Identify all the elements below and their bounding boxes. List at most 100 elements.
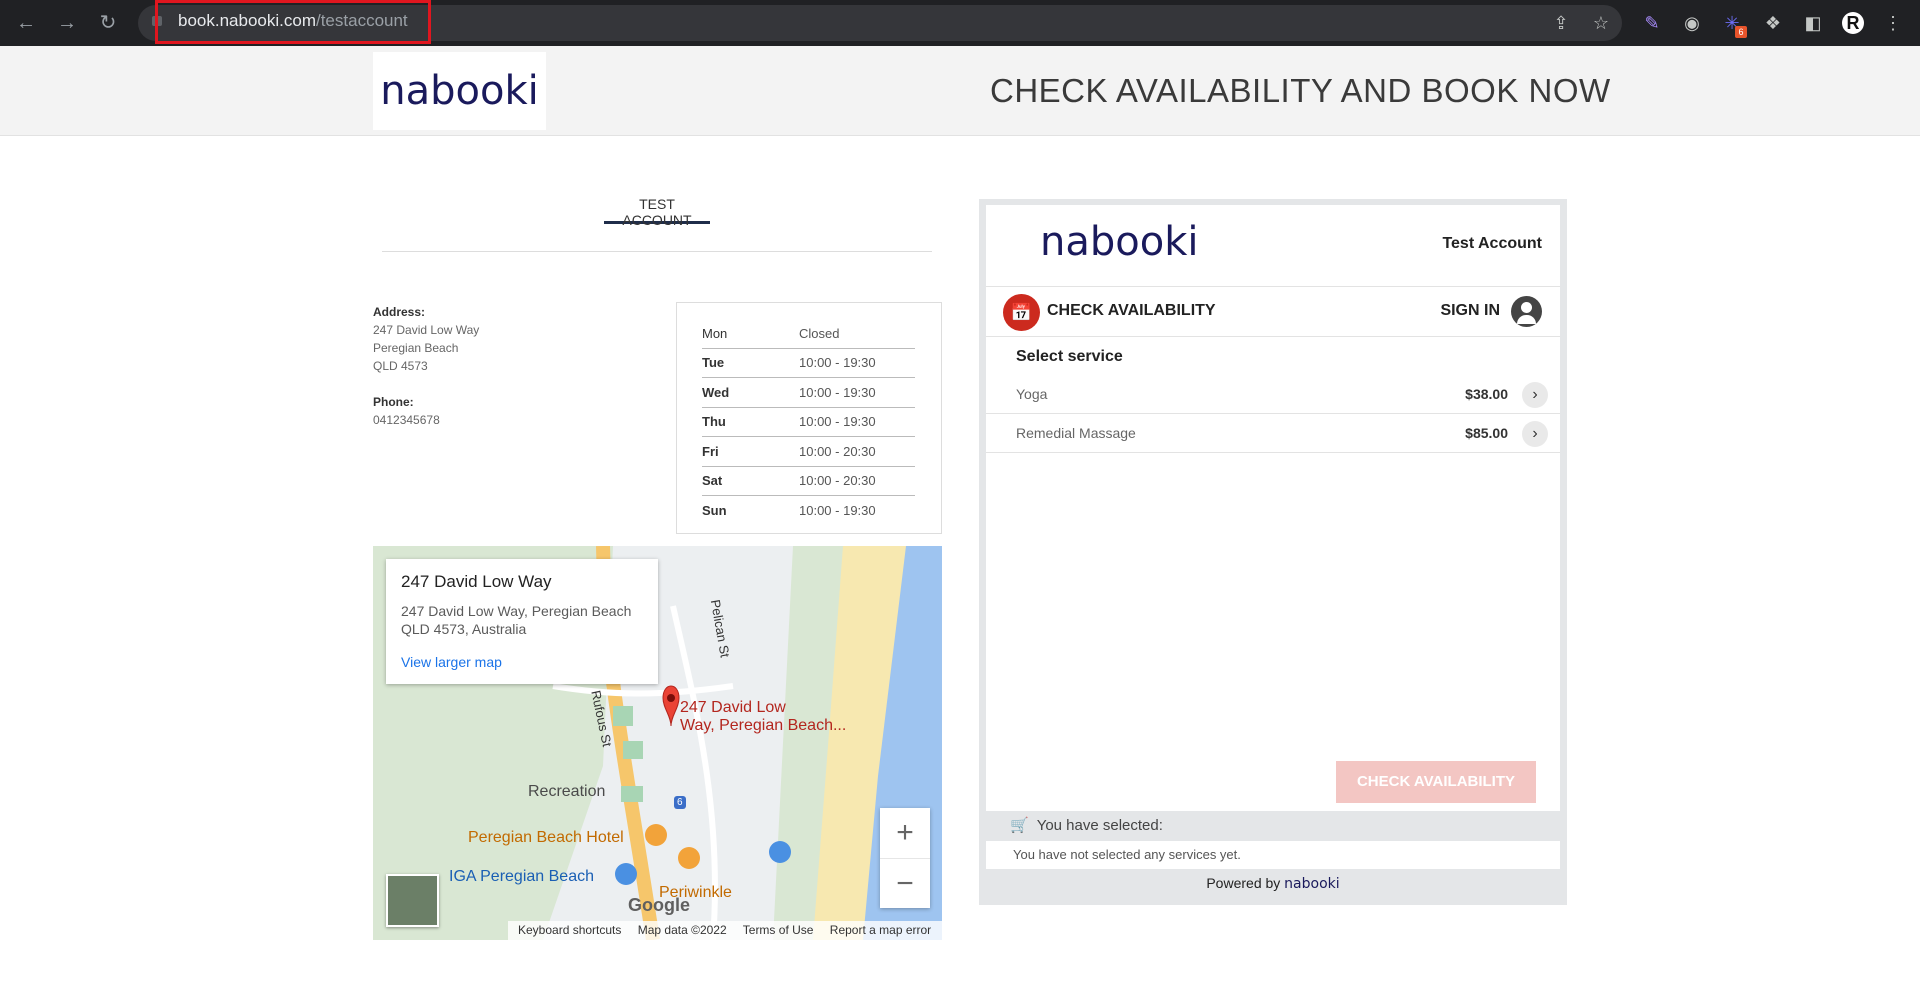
opening-hours-table: Mon Closed Tue 10:00 - 19:30 Wed 10:00 - 19… [676, 302, 942, 534]
map-pin-label-line: Way, Peregian Beach... [680, 717, 847, 734]
map-place-label: Recreation [528, 783, 606, 800]
logo-text: nabooki [380, 68, 539, 114]
site-logo[interactable]: nabooki [373, 52, 546, 130]
zoom-in-button[interactable]: + [880, 808, 930, 858]
chevron-right-icon[interactable]: › [1522, 421, 1548, 447]
chevron-right-icon[interactable]: › [1522, 382, 1548, 408]
address-line: 247 David Low Way [373, 323, 480, 337]
widget-header: nabooki Test Account [986, 205, 1560, 287]
menu-kebab-icon[interactable]: ⋮ [1882, 12, 1904, 34]
hours-day: Wed [702, 384, 730, 400]
hours-row: Mon Closed [702, 319, 915, 349]
sign-in-link[interactable]: SIGN IN [1440, 302, 1500, 320]
selection-summary-header: 🛒 You have selected: [986, 811, 1560, 841]
phone-label: Phone: [373, 395, 414, 409]
user-icon[interactable] [1511, 296, 1542, 327]
hours-day: Tue [702, 355, 725, 371]
reload-icon[interactable]: ↻ [96, 11, 120, 35]
no-selection-text: You have not selected any services yet. [986, 841, 1560, 869]
hours-time: Closed [799, 325, 840, 341]
cart-icon: 🛒 [1010, 817, 1029, 834]
map-route-shield: 6 [674, 796, 686, 809]
booking-widget-panel: nabooki Test Account 📅 CHECK AVAILABILIT… [986, 205, 1560, 811]
share-icon[interactable]: ⇪ [1550, 12, 1572, 34]
bookmark-star-icon[interactable]: ☆ [1590, 12, 1612, 34]
map-poi-iga[interactable]: IGA Peregian Beach [449, 868, 594, 886]
camera-extension-icon[interactable]: ◉ [1681, 12, 1703, 34]
profile-avatar[interactable]: R [1842, 12, 1864, 34]
puzzle-extensions-icon[interactable]: ❖ [1762, 12, 1784, 34]
hours-day: Sun [702, 503, 727, 519]
browser-toolbar: ← → ↻ book.nabooki.com/testaccount ⇪ ☆ ✎… [0, 0, 1920, 46]
url-highlight-box [155, 0, 431, 44]
hours-time: 10:00 - 19:30 [799, 414, 876, 430]
hours-time: 10:00 - 20:30 [799, 473, 876, 489]
hours-day: Mon [702, 325, 728, 341]
tab-test-account[interactable]: TEST ACCOUNT [604, 196, 710, 228]
widget-logo: nabooki [1040, 219, 1199, 265]
keyboard-shortcuts-link[interactable]: Keyboard shortcuts [518, 923, 621, 937]
hours-time: 10:00 - 19:30 [799, 355, 876, 371]
hours-row: Wed 10:00 - 19:30 [702, 378, 915, 408]
widget-action-bar: 📅 CHECK AVAILABILITY SIGN IN [986, 287, 1560, 337]
map-pin-label-line: 247 David Low [680, 699, 786, 716]
hours-time: 10:00 - 20:30 [799, 443, 876, 459]
side-panel-icon[interactable]: ◧ [1802, 12, 1824, 34]
map-pin-label[interactable]: 247 David Low Way, Peregian Beach... [680, 699, 846, 735]
map-data-text: Map data ©2022 [637, 923, 727, 937]
page-headline: CHECK AVAILABILITY AND BOOK NOW [990, 72, 1611, 109]
map-card-title: 247 David Low Way [401, 572, 552, 591]
forward-icon[interactable]: → [55, 11, 79, 35]
hours-time: 10:00 - 19:30 [799, 503, 876, 519]
hours-day: Sat [702, 473, 723, 489]
hours-row: Tue 10:00 - 19:30 [702, 349, 915, 378]
zoom-out-button[interactable]: − [880, 858, 930, 908]
map-footer: Keyboard shortcuts Map data ©2022 Terms … [508, 921, 942, 940]
select-service-heading: Select service [1016, 348, 1123, 365]
service-price: $85.00 [1465, 425, 1508, 441]
hours-time: 10:00 - 19:30 [799, 384, 876, 400]
service-row-remedial-massage[interactable]: Remedial Massage $85.00 › [986, 414, 1560, 453]
site-header: nabooki CHECK AVAILABILITY AND BOOK NOW [0, 46, 1920, 136]
report-error-link[interactable]: Report a map error [830, 923, 931, 937]
hours-row: Fri 10:00 - 20:30 [702, 437, 915, 467]
terms-link[interactable]: Terms of Use [743, 923, 814, 937]
hours-row: Sun 10:00 - 19:30 [702, 496, 915, 526]
service-price: $38.00 [1465, 386, 1508, 402]
map-info-card: 247 David Low Way 247 David Low Way, Per… [386, 559, 658, 684]
address-line: Peregian Beach [373, 341, 459, 355]
hours-day: Fri [702, 443, 719, 459]
back-icon[interactable]: ← [14, 11, 38, 35]
address-label: Address: [373, 305, 426, 319]
divider [382, 251, 932, 252]
service-name: Yoga [1016, 386, 1048, 402]
map-poi-hotel[interactable]: Peregian Beach Hotel [468, 829, 624, 847]
extension-badge: 6 [1735, 26, 1747, 38]
phone-number: 0412345678 [373, 413, 440, 427]
check-availability-title: CHECK AVAILABILITY [1047, 302, 1216, 319]
map-zoom-control: + − [880, 808, 930, 908]
map-card-address: 247 David Low Way, Peregian Beach QLD 45… [401, 602, 643, 638]
service-name: Remedial Massage [1016, 425, 1136, 441]
map-card-address-line: QLD 4573, Australia [401, 621, 527, 637]
calendar-icon: 📅 [1003, 294, 1040, 331]
powered-by-footer: Powered by nabooki [979, 869, 1567, 905]
satellite-toggle[interactable] [386, 874, 439, 927]
embedded-map[interactable]: Pelican St Rufous St Recreation Peregian… [373, 546, 942, 940]
service-row-yoga[interactable]: Yoga $38.00 › [986, 375, 1560, 414]
booking-widget: nabooki Test Account 📅 CHECK AVAILABILIT… [979, 199, 1567, 905]
address-line: QLD 4573 [373, 359, 428, 373]
powered-by-brand[interactable]: nabooki [1284, 876, 1339, 892]
view-larger-map-link[interactable]: View larger map [401, 654, 643, 670]
powered-by-label: Powered by [1206, 875, 1281, 891]
map-card-address-line: 247 David Low Way, Peregian Beach [401, 603, 632, 619]
hours-row: Thu 10:00 - 19:30 [702, 408, 915, 437]
hours-row: Sat 10:00 - 20:30 [702, 467, 915, 496]
hours-day: Thu [702, 414, 726, 430]
feather-extension-icon[interactable]: ✎ [1641, 12, 1663, 34]
check-availability-button[interactable]: CHECK AVAILABILITY [1336, 761, 1536, 803]
selected-label: You have selected: [1036, 817, 1163, 834]
google-logo: Google [628, 895, 690, 915]
business-info: Address: 247 David Low Way Peregian Beac… [373, 303, 479, 429]
widget-account-name: Test Account [1442, 235, 1542, 252]
